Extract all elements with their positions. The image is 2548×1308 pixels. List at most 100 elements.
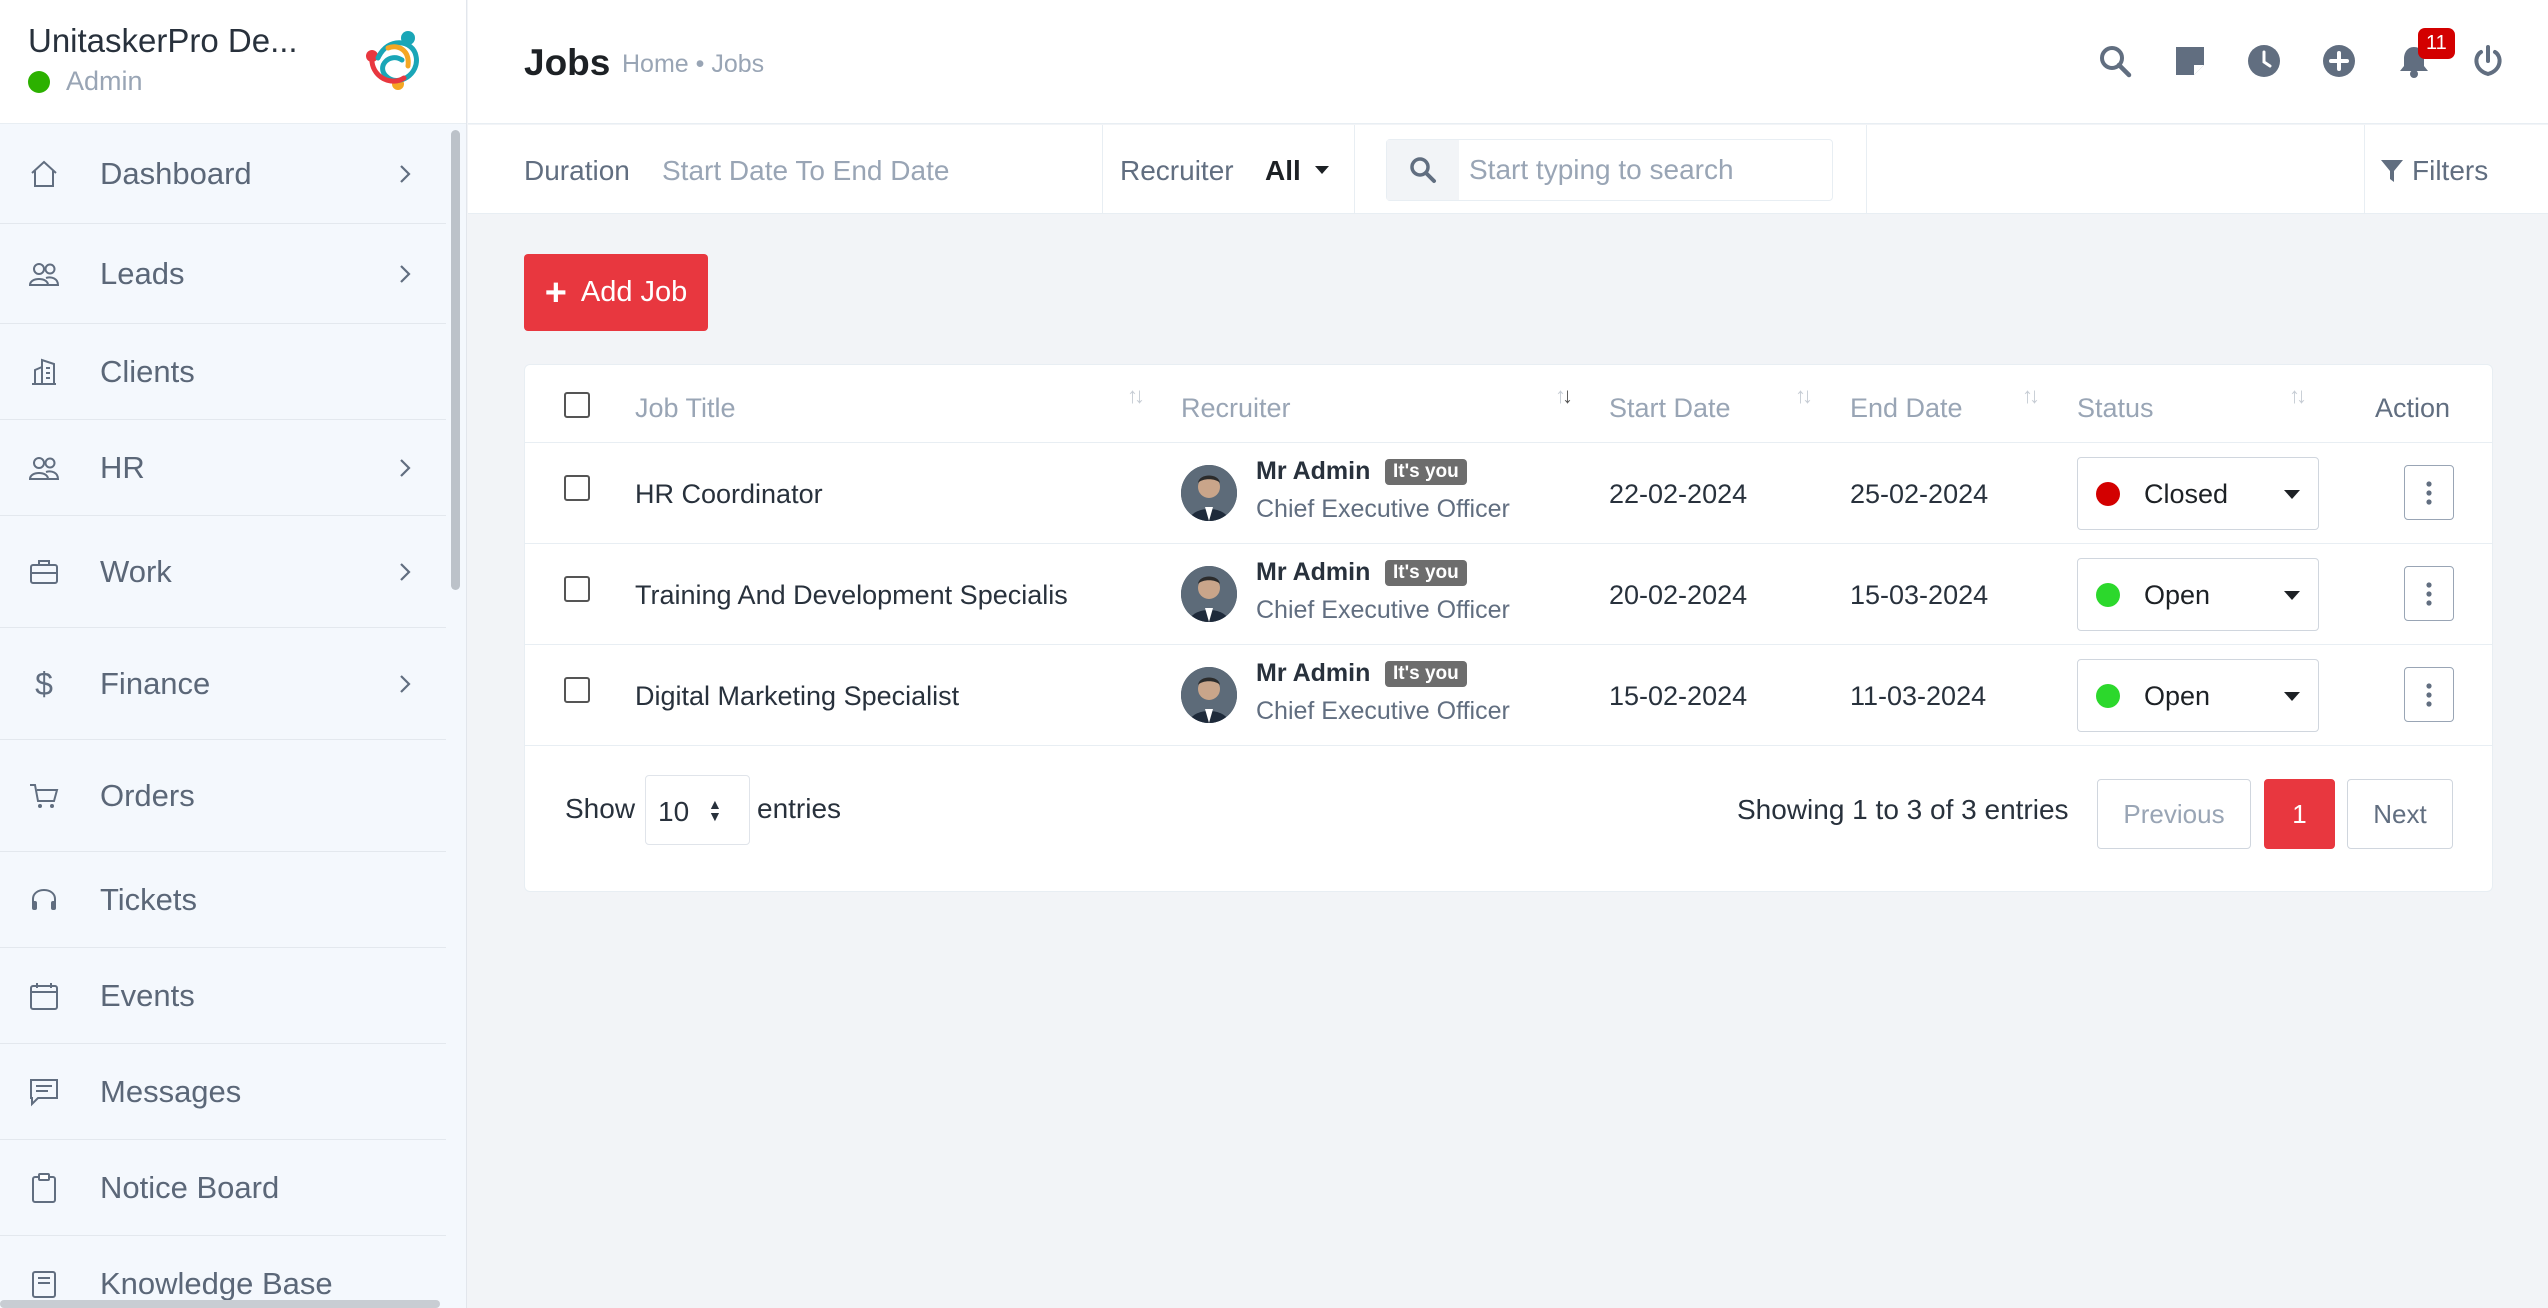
more-vertical-icon [2426, 581, 2432, 606]
sticky-note-icon[interactable] [2170, 41, 2210, 81]
sidebar-item-dashboard[interactable]: Dashboard [0, 124, 446, 224]
recruiter-avatar[interactable] [1181, 566, 1237, 622]
brand-header[interactable]: UnitaskerPro De... Admin [0, 0, 466, 124]
plus-circle-icon[interactable] [2319, 41, 2359, 81]
sort-icon[interactable]: ↑↓ [2022, 383, 2040, 409]
row-actions-button[interactable] [2404, 667, 2454, 722]
headset-icon [26, 882, 62, 918]
sort-icon[interactable]: ↑↓ [1555, 383, 1573, 409]
recruiter-designation: Chief Executive Officer [1256, 596, 1510, 624]
next-page-button[interactable]: Next [2347, 779, 2453, 849]
sort-icon[interactable]: ↑↓ [2289, 383, 2307, 409]
filter-divider [1354, 125, 1355, 214]
chevron-right-icon [400, 164, 411, 183]
search-box [1386, 139, 1833, 201]
status-dot [2096, 482, 2120, 506]
page-length-value: 10 [658, 796, 690, 827]
status-select[interactable]: Open [2077, 558, 2319, 631]
table-footer: Show 10 ▲ ▼ entries Showing 1 to 3 of 3 e… [525, 745, 2492, 849]
row-checkbox[interactable] [564, 576, 590, 602]
column-header-status[interactable]: Status [2077, 393, 2154, 424]
recruiter-select[interactable]: All [1265, 155, 1329, 187]
chevron-right-icon [400, 458, 411, 477]
sidebar-item-tickets[interactable]: Tickets [0, 852, 446, 948]
recruiter-name[interactable]: Mr Admin [1256, 457, 1370, 486]
recruiter-avatar[interactable] [1181, 667, 1237, 723]
sidebar-item-finance[interactable]: $ Finance [0, 628, 446, 740]
sidebar-item-events[interactable]: Events [0, 948, 446, 1044]
status-label: Closed [2144, 479, 2229, 509]
status-select[interactable]: Open [2077, 659, 2319, 732]
sidebar-item-messages[interactable]: Messages [0, 1044, 446, 1140]
showing-entries-summary: Showing 1 to 3 of 3 entries [1737, 794, 2069, 825]
column-header-recruiter[interactable]: Recruiter [1181, 393, 1291, 424]
job-title-link[interactable]: Digital Marketing Specialist [635, 681, 959, 712]
sidebar-item-label: HR [100, 450, 145, 485]
sort-icon[interactable]: ↑↓ [1127, 383, 1145, 409]
recruiter-avatar[interactable] [1181, 465, 1237, 521]
sidebar-horizontal-scrollbar[interactable] [0, 1300, 440, 1308]
page-length-select[interactable]: 10 ▲ ▼ [645, 775, 750, 845]
column-header-end-date[interactable]: End Date [1850, 393, 1963, 424]
column-header-job-title[interactable]: Job Title [635, 393, 736, 424]
user-role-label: Admin [66, 66, 143, 96]
status-dot [2096, 583, 2120, 607]
show-label: Show [565, 793, 636, 824]
add-job-label: Add Job [580, 276, 688, 308]
job-title-link[interactable]: HR Coordinator [635, 479, 823, 510]
more-vertical-icon [2426, 682, 2432, 707]
sidebar-item-knowledge-base[interactable]: Knowledge Base [0, 1236, 446, 1308]
building-icon [26, 354, 62, 390]
recruiter-name[interactable]: Mr Admin [1256, 659, 1370, 688]
its-you-badge: It's you [1385, 560, 1467, 586]
sidebar-scrollbar[interactable] [451, 130, 460, 590]
start-date: 22-02-2024 [1609, 479, 1748, 509]
recruiter-name[interactable]: Mr Admin [1256, 558, 1370, 587]
job-title-link[interactable]: Training And Development Specialis [635, 580, 1068, 611]
sidebar-item-work[interactable]: Work [0, 516, 446, 628]
date-range-picker[interactable]: Start Date To End Date [662, 155, 949, 187]
sidebar-item-label: Work [100, 554, 172, 589]
end-date: 11-03-2024 [1850, 681, 1987, 711]
status-label: Open [2144, 681, 2211, 711]
recruiter-designation: Chief Executive Officer [1256, 495, 1510, 523]
sidebar-item-clients[interactable]: Clients [0, 324, 446, 420]
row-actions-button[interactable] [2404, 465, 2454, 520]
clipboard-icon [26, 1170, 62, 1206]
breadcrumb[interactable]: Home • Jobs [622, 50, 764, 79]
status-select[interactable]: Closed [2077, 457, 2319, 530]
search-input[interactable] [1469, 154, 1819, 186]
select-all-checkbox[interactable] [564, 392, 590, 418]
start-date: 20-02-2024 [1609, 580, 1748, 610]
filter-divider [1102, 125, 1103, 214]
clock-icon[interactable] [2244, 41, 2284, 81]
page-title: Jobs [524, 42, 611, 83]
previous-page-button[interactable]: Previous [2097, 779, 2251, 849]
sort-icon[interactable]: ↑↓ [1795, 383, 1813, 409]
sidebar-item-notice-board[interactable]: Notice Board [0, 1140, 446, 1236]
search-icon[interactable] [2095, 41, 2135, 81]
row-checkbox[interactable] [564, 475, 590, 501]
recruiter-select-value: All [1265, 155, 1301, 186]
filters-button[interactable]: Filters [2380, 155, 2488, 187]
sidebar-item-label: Finance [100, 666, 211, 701]
caret-down-icon [2284, 490, 2300, 499]
row-actions-button[interactable] [2404, 566, 2454, 621]
caret-down-icon [1314, 165, 1329, 174]
jobs-table-card: Job Title ↑↓ Recruiter ↑↓ Start Date ↑↓ … [524, 364, 2493, 892]
notification-count-badge: 11 [2418, 28, 2455, 59]
funnel-icon [2381, 160, 2403, 182]
sidebar-item-hr[interactable]: HR [0, 420, 446, 516]
power-icon[interactable] [2468, 41, 2508, 81]
add-job-button[interactable]: + Add Job [524, 254, 708, 331]
sidebar-item-leads[interactable]: Leads [0, 224, 446, 324]
row-checkbox[interactable] [564, 677, 590, 703]
entries-label: entries [757, 793, 842, 824]
its-you-badge: It's you [1385, 459, 1467, 485]
plus-icon: + [544, 271, 567, 314]
page-1-button[interactable]: 1 [2264, 779, 2335, 849]
dollar-icon: $ [35, 665, 53, 702]
sidebar-item-orders[interactable]: Orders [0, 740, 446, 852]
caret-down-icon [2284, 591, 2300, 600]
column-header-start-date[interactable]: Start Date [1609, 393, 1731, 424]
